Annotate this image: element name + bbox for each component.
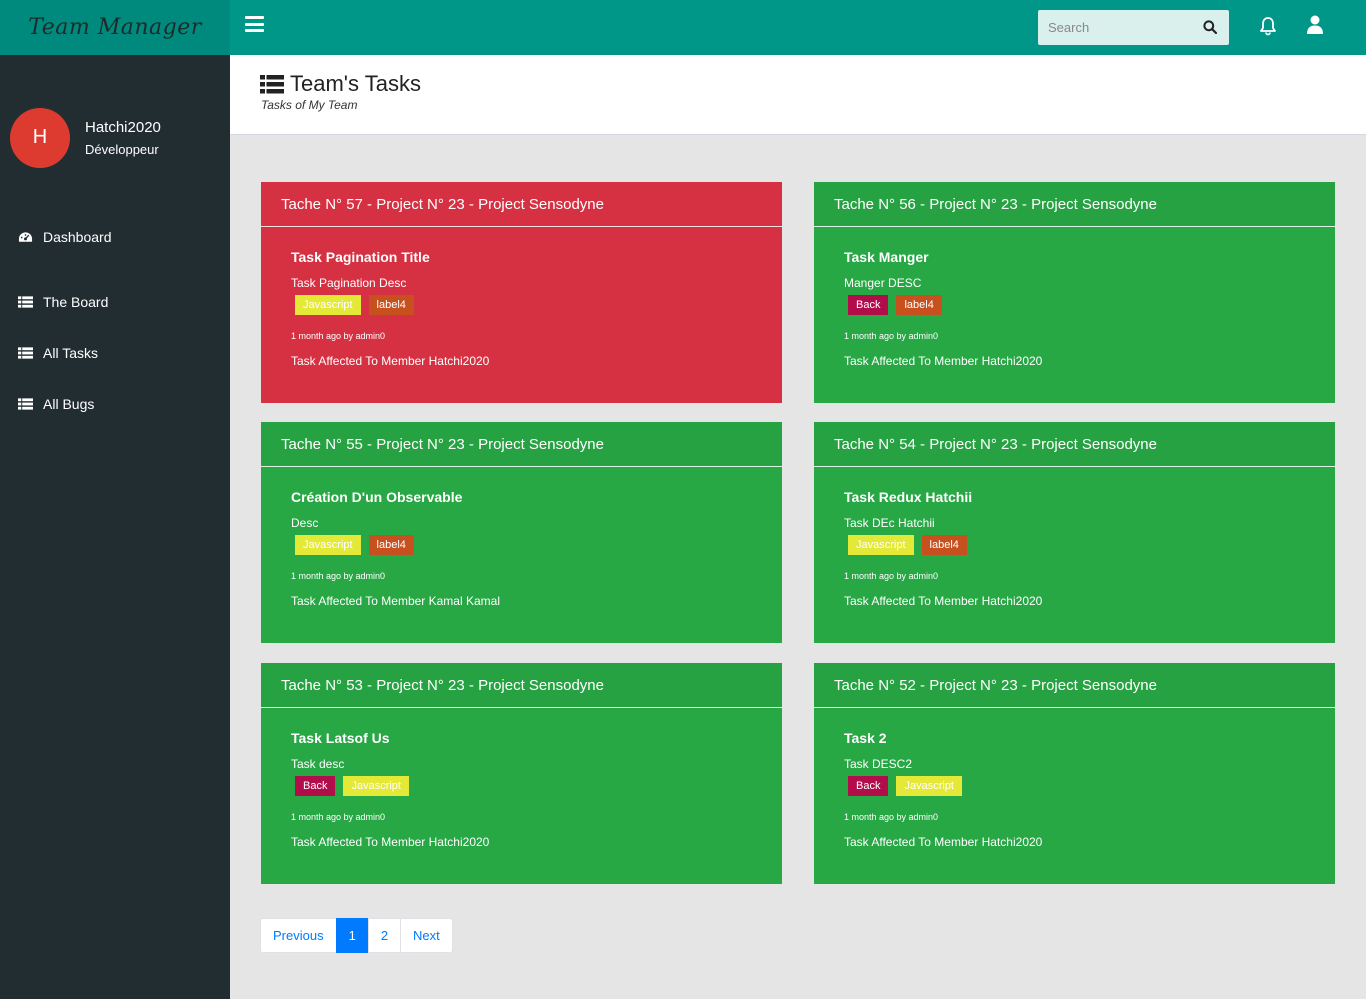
dashboard-icon: [18, 231, 33, 242]
page-title-text: Team's Tasks: [290, 71, 421, 96]
task-title: Task Latsof Us: [291, 730, 390, 746]
task-description: Manger DESC: [844, 276, 922, 290]
sidebar-item-label: All Bugs: [43, 395, 95, 412]
task-labels: Back Javascript: [295, 776, 752, 796]
task-description: Task DEc Hatchii: [844, 516, 935, 530]
brand-logo[interactable]: Team Manager: [0, 0, 230, 55]
sidebar-item-all-tasks[interactable]: All Tasks: [0, 327, 230, 378]
page-header: Team's Tasks Tasks of My Team: [230, 55, 1366, 135]
pagination-next-button[interactable]: Next: [400, 918, 453, 953]
task-card-body: Task Latsof Us Task desc Back Javascript …: [261, 708, 782, 849]
sidebar-item-all-bugs[interactable]: All Bugs: [0, 378, 230, 429]
pagination-page-1[interactable]: 1: [335, 918, 369, 953]
list-icon: [18, 295, 33, 308]
task-assignee: Task Affected To Member Kamal Kamal: [291, 594, 500, 608]
sidebar-item-the-board[interactable]: The Board: [0, 276, 230, 327]
pagination-previous-button[interactable]: Previous: [260, 918, 337, 953]
task-label: label4: [896, 295, 942, 315]
task-labels: Javascript label4: [848, 535, 1305, 555]
page-title: Team's Tasks: [260, 71, 421, 97]
task-card-header: Tache N° 53 - Project N° 23 - Project Se…: [261, 663, 782, 708]
task-assignee: Task Affected To Member Hatchi2020: [844, 354, 1043, 368]
task-meta: 1 month ago by admin0: [291, 571, 386, 581]
task-card[interactable]: Tache N° 55 - Project N° 23 - Project Se…: [261, 422, 782, 643]
task-title: Task Redux Hatchii: [844, 489, 973, 505]
user-role: Développeur: [85, 141, 159, 157]
list-icon: [18, 346, 33, 359]
task-label: Javascript: [848, 535, 914, 555]
pagination: Previous 1 2 Next: [260, 918, 453, 953]
task-card-body: Task Pagination Title Task Pagination De…: [261, 227, 782, 368]
search-input[interactable]: [1038, 20, 1188, 35]
task-card-header: Tache N° 54 - Project N° 23 - Project Se…: [814, 422, 1335, 467]
task-meta: 1 month ago by admin0: [291, 812, 386, 822]
task-label: label4: [368, 295, 414, 315]
task-labels: Javascript label4: [295, 295, 752, 315]
task-label: label4: [921, 535, 967, 555]
menu-toggle-icon[interactable]: [245, 16, 264, 32]
task-labels: Back Javascript: [848, 776, 1305, 796]
task-description: Task DESC2: [844, 757, 913, 771]
task-card-header: Tache N° 56 - Project N° 23 - Project Se…: [814, 182, 1335, 227]
task-description: Desc: [291, 516, 319, 530]
task-meta: 1 month ago by admin0: [844, 571, 939, 581]
task-label: Back: [848, 295, 889, 315]
task-assignee: Task Affected To Member Hatchi2020: [291, 835, 490, 849]
pagination-page-2[interactable]: 2: [367, 918, 402, 953]
task-meta: 1 month ago by admin0: [844, 812, 939, 822]
task-assignee: Task Affected To Member Hatchi2020: [844, 594, 1043, 608]
sidebar-item-label: All Tasks: [43, 344, 98, 361]
task-card-body: Création D'un Observable Desc Javascript…: [261, 467, 782, 608]
task-label: Back: [848, 776, 889, 796]
task-title: Task Pagination Title: [291, 249, 430, 265]
task-card[interactable]: Tache N° 53 - Project N° 23 - Project Se…: [261, 663, 782, 884]
task-card[interactable]: Tache N° 56 - Project N° 23 - Project Se…: [814, 182, 1335, 403]
task-labels: Back label4: [848, 295, 1305, 315]
list-icon: [18, 397, 33, 410]
task-card[interactable]: Tache N° 54 - Project N° 23 - Project Se…: [814, 422, 1335, 643]
task-label: Back: [295, 776, 336, 796]
bell-icon[interactable]: [1258, 16, 1278, 36]
task-card-body: Task 2 Task DESC2 Back Javascript 1 month…: [814, 708, 1335, 849]
task-title: Création D'un Observable: [291, 489, 463, 505]
task-label: Javascript: [295, 535, 361, 555]
task-card-header: Tache N° 55 - Project N° 23 - Project Se…: [261, 422, 782, 467]
sidebar-menu: Dashboard The Board All Tasks All Bugs: [0, 225, 230, 429]
search-icon[interactable]: [1203, 20, 1217, 34]
top-navbar: [230, 0, 1366, 55]
task-label: Javascript: [343, 776, 409, 796]
task-card[interactable]: Tache N° 52 - Project N° 23 - Project Se…: [814, 663, 1335, 884]
task-description: Task desc: [291, 757, 345, 771]
task-label: Javascript: [896, 776, 962, 796]
user-name: Hatchi2020: [85, 118, 161, 136]
sidebar: Team Manager H Hatchi2020 Développeur Da…: [0, 0, 230, 999]
task-label: Javascript: [295, 295, 361, 315]
task-labels: Javascript label4: [295, 535, 752, 555]
task-card-header: Tache N° 57 - Project N° 23 - Project Se…: [261, 182, 782, 227]
avatar[interactable]: H: [10, 107, 70, 168]
task-meta: 1 month ago by admin0: [291, 331, 386, 341]
user-info: Hatchi2020 Développeur: [85, 119, 161, 157]
task-description: Task Pagination Desc: [291, 276, 407, 290]
brand-title: Team Manager: [28, 15, 202, 40]
task-card-body: Task Manger Manger DESC Back label4 1 mon…: [814, 227, 1335, 368]
task-assignee: Task Affected To Member Hatchi2020: [291, 354, 490, 368]
task-label: label4: [368, 535, 414, 555]
task-meta: 1 month ago by admin0: [844, 331, 939, 341]
search-box: [1038, 10, 1229, 45]
list-icon: [260, 74, 284, 94]
task-card[interactable]: Tache N° 57 - Project N° 23 - Project Se…: [261, 182, 782, 403]
task-card-body: Task Redux Hatchii Task DEc Hatchii Java…: [814, 467, 1335, 608]
task-title: Task 2: [844, 730, 887, 746]
user-icon[interactable]: [1306, 15, 1324, 35]
sidebar-item-dashboard[interactable]: Dashboard: [0, 225, 230, 248]
sidebar-item-label: The Board: [43, 293, 109, 310]
task-assignee: Task Affected To Member Hatchi2020: [844, 835, 1043, 849]
task-card-header: Tache N° 52 - Project N° 23 - Project Se…: [814, 663, 1335, 708]
user-panel: H Hatchi2020 Développeur: [0, 55, 230, 195]
page-subtitle: Tasks of My Team: [261, 98, 358, 112]
task-title: Task Manger: [844, 249, 929, 265]
sidebar-item-label: Dashboard: [43, 228, 112, 245]
